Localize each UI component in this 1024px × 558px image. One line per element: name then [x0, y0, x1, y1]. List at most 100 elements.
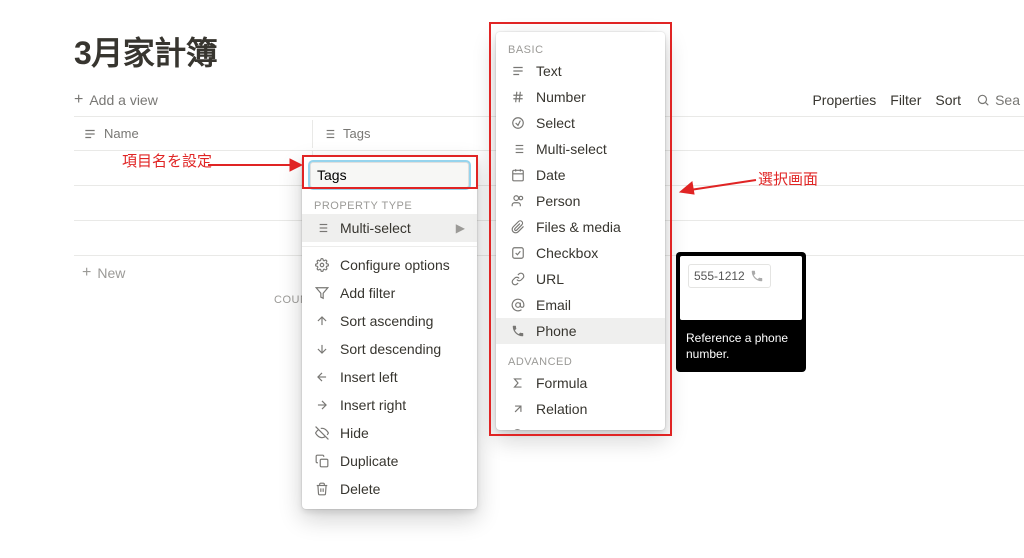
item-label: Hide	[340, 425, 369, 441]
filter-icon	[314, 285, 330, 301]
add-view-label: Add a view	[89, 92, 157, 108]
phone-icon	[749, 268, 765, 284]
arrow-left-icon	[314, 369, 330, 385]
relation-icon	[510, 401, 526, 417]
at-icon	[510, 297, 526, 313]
type-phone-item[interactable]: Phone	[496, 318, 665, 344]
duplicate-icon	[314, 453, 330, 469]
item-label: Rollup	[536, 427, 576, 430]
item-label: Select	[536, 115, 575, 131]
section-label-basic: BASIC	[496, 38, 665, 58]
item-label: Number	[536, 89, 586, 105]
arrow-right-annotation	[206, 152, 302, 178]
eye-off-icon	[314, 425, 330, 441]
column-header-name[interactable]: Name	[74, 120, 313, 148]
search-icon	[975, 92, 991, 108]
item-label: Email	[536, 297, 571, 313]
column-tags-label: Tags	[343, 126, 370, 141]
item-label: Insert left	[340, 369, 398, 385]
multi-select-icon	[314, 220, 330, 236]
type-multi-select-item[interactable]: Multi-select	[496, 136, 665, 162]
type-select-item[interactable]: Select	[496, 110, 665, 136]
property-name-input[interactable]	[310, 162, 469, 188]
arrow-left-annotation	[678, 170, 758, 196]
section-label-property-type: PROPERTY TYPE	[302, 194, 477, 214]
insert-left-item[interactable]: Insert left	[302, 363, 477, 391]
rollup-icon	[510, 427, 526, 430]
filter-button[interactable]: Filter	[890, 92, 921, 108]
sort-descending-item[interactable]: Sort descending	[302, 335, 477, 363]
arrow-up-icon	[314, 313, 330, 329]
add-filter-item[interactable]: Add filter	[302, 279, 477, 307]
plus-icon: +	[74, 92, 83, 108]
type-formula-item[interactable]: Formula	[496, 370, 665, 396]
item-label: Duplicate	[340, 453, 398, 469]
item-label: Add filter	[340, 285, 395, 301]
annotation-right: 選択画面	[758, 168, 818, 189]
insert-right-item[interactable]: Insert right	[302, 391, 477, 419]
multi-select-icon	[321, 126, 337, 142]
type-person-item[interactable]: Person	[496, 188, 665, 214]
duplicate-item[interactable]: Duplicate	[302, 447, 477, 475]
item-label: Insert right	[340, 397, 406, 413]
sigma-icon	[510, 375, 526, 391]
type-date-item[interactable]: Date	[496, 162, 665, 188]
item-label: URL	[536, 271, 564, 287]
property-config-menu: PROPERTY TYPE Multi-select ▶ Configure o…	[302, 156, 477, 509]
annotation-left: 項目名を設定	[122, 150, 212, 171]
phone-tooltip: 555-1212 Reference a phone number.	[676, 252, 806, 372]
type-rollup-item[interactable]: Rollup	[496, 422, 665, 430]
property-type-menu: BASIC Text Number Select Multi-select Da…	[496, 32, 665, 430]
add-view-button[interactable]: + Add a view	[74, 92, 158, 108]
properties-button[interactable]: Properties	[812, 92, 876, 108]
calendar-icon	[510, 167, 526, 183]
item-label: Relation	[536, 401, 587, 417]
new-row-label: New	[97, 265, 125, 281]
item-label: Sort ascending	[340, 313, 433, 329]
type-number-item[interactable]: Number	[496, 84, 665, 110]
hide-item[interactable]: Hide	[302, 419, 477, 447]
text-icon	[510, 63, 526, 79]
item-label: Files & media	[536, 219, 621, 235]
type-text-item[interactable]: Text	[496, 58, 665, 84]
item-label: Text	[536, 63, 562, 79]
type-files-item[interactable]: Files & media	[496, 214, 665, 240]
item-label: Sort descending	[340, 341, 441, 357]
arrow-right-icon	[314, 397, 330, 413]
arrow-down-icon	[314, 341, 330, 357]
search-button[interactable]: Sea	[975, 92, 1020, 108]
item-label: Phone	[536, 323, 576, 339]
sort-ascending-item[interactable]: Sort ascending	[302, 307, 477, 335]
column-header-tags[interactable]: Tags	[313, 120, 491, 148]
gear-icon	[314, 257, 330, 273]
item-label: Formula	[536, 375, 587, 391]
sort-button[interactable]: Sort	[935, 92, 961, 108]
column-name-label: Name	[104, 126, 139, 141]
item-label: Checkbox	[536, 245, 598, 261]
link-icon	[510, 271, 526, 287]
configure-options-item[interactable]: Configure options	[302, 251, 477, 279]
item-label: Delete	[340, 481, 380, 497]
type-relation-item[interactable]: Relation	[496, 396, 665, 422]
checkbox-icon	[510, 245, 526, 261]
tooltip-description: Reference a phone number.	[680, 326, 802, 368]
select-icon	[510, 115, 526, 131]
multi-select-icon	[510, 141, 526, 157]
property-type-selector[interactable]: Multi-select ▶	[302, 214, 477, 242]
chevron-right-icon: ▶	[456, 221, 465, 235]
tooltip-sample: 555-1212	[694, 269, 745, 283]
person-icon	[510, 193, 526, 209]
type-url-item[interactable]: URL	[496, 266, 665, 292]
item-label: Date	[536, 167, 566, 183]
item-label: Configure options	[340, 257, 450, 273]
delete-item[interactable]: Delete	[302, 475, 477, 503]
search-label: Sea	[995, 92, 1020, 108]
paperclip-icon	[510, 219, 526, 235]
title-icon	[82, 126, 98, 142]
trash-icon	[314, 481, 330, 497]
type-checkbox-item[interactable]: Checkbox	[496, 240, 665, 266]
type-email-item[interactable]: Email	[496, 292, 665, 318]
plus-icon: +	[82, 265, 91, 281]
property-type-label: Multi-select	[340, 220, 411, 236]
phone-icon	[510, 323, 526, 339]
